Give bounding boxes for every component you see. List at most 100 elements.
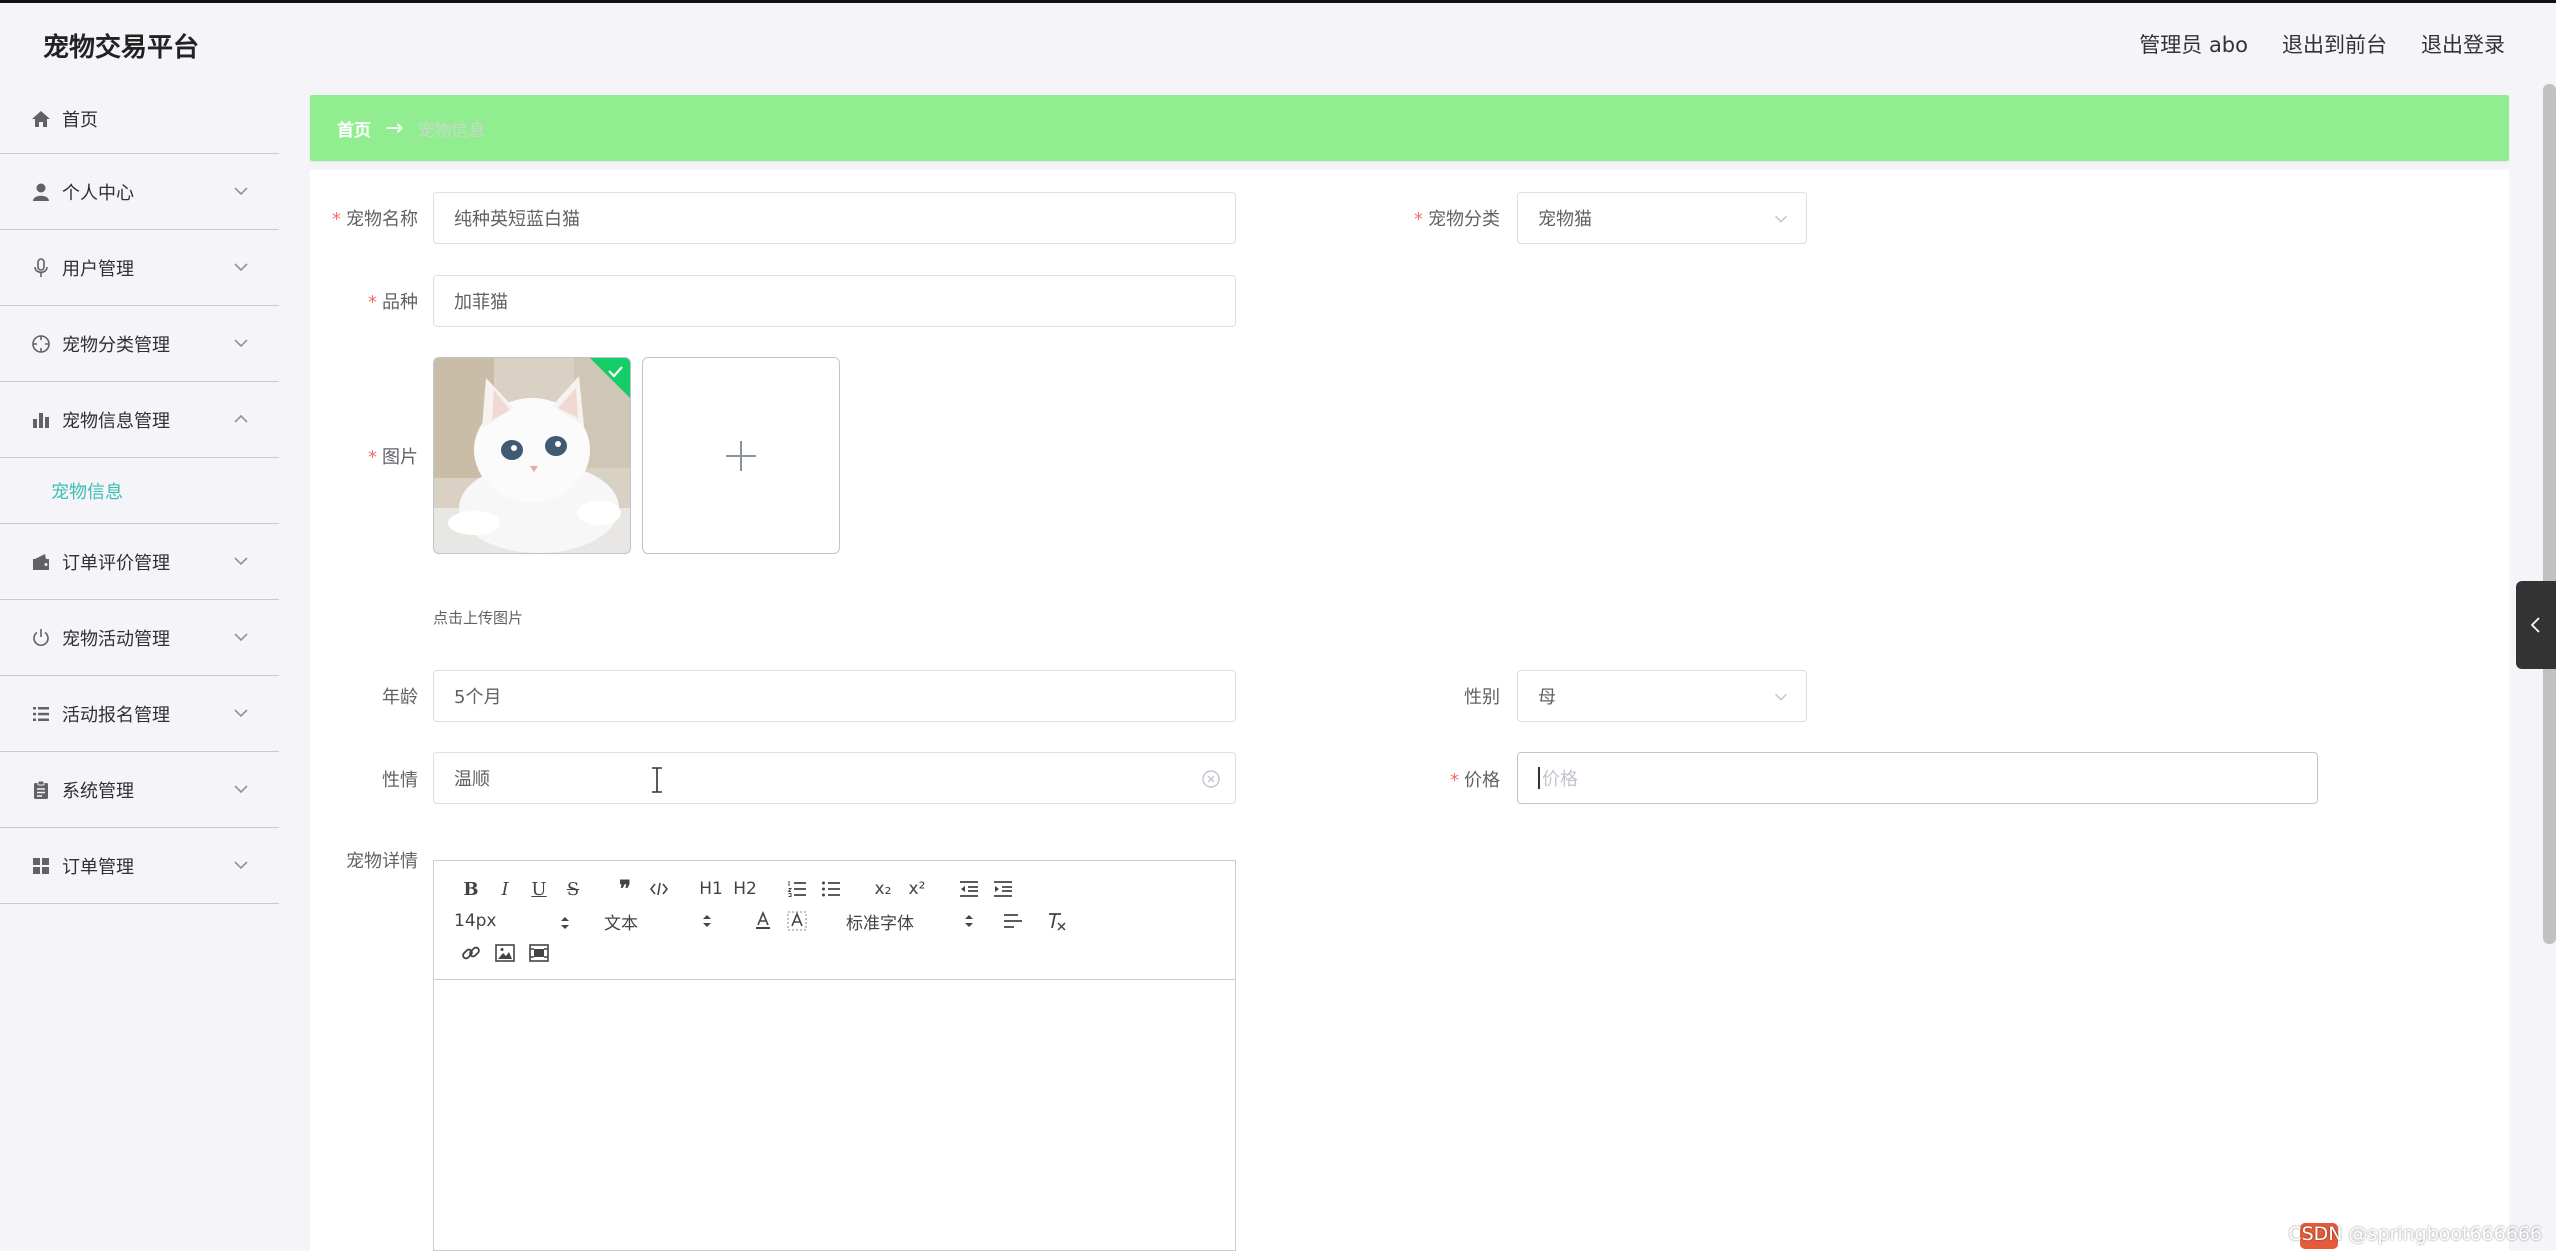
plus-icon: [726, 440, 756, 471]
required-mark: *: [1450, 770, 1459, 791]
link-icon[interactable]: [454, 939, 488, 967]
clear-input-icon[interactable]: [1201, 769, 1221, 789]
font-family-select[interactable]: 标准字体: [846, 909, 978, 934]
breed-label: * 品种: [368, 292, 418, 313]
font-color-icon[interactable]: [746, 907, 780, 935]
required-mark: *: [368, 447, 377, 468]
sidebar-item-label: 用户管理: [62, 258, 134, 280]
pet-name-label: * 宠物名称: [332, 209, 418, 230]
grid-icon: [30, 855, 52, 877]
chevron-left-icon: [2530, 617, 2540, 633]
sidebar-item-user-management[interactable]: 用户管理: [0, 230, 279, 306]
editor-content-area[interactable]: [434, 981, 1235, 1250]
image-label: * 图片: [368, 447, 418, 468]
home-icon: [30, 108, 52, 130]
superscript-icon[interactable]: x²: [900, 875, 934, 903]
sidebar-subitem-label: 宠物信息: [51, 481, 123, 503]
required-mark: *: [1414, 209, 1423, 230]
underline-icon[interactable]: U: [522, 875, 556, 903]
outdent-icon[interactable]: [952, 875, 986, 903]
logout-link[interactable]: 退出登录: [2421, 29, 2505, 59]
clear-format-icon[interactable]: [1040, 907, 1074, 935]
header-format-select[interactable]: 文本: [604, 909, 716, 934]
sidebar-item-activity-management[interactable]: 宠物活动管理: [0, 600, 279, 676]
toolbar-row: [454, 937, 1235, 969]
gender-select[interactable]: 母: [1517, 670, 1807, 722]
exit-to-front-link[interactable]: 退出到前台: [2282, 29, 2387, 59]
pet-category-select[interactable]: 宠物猫: [1517, 192, 1807, 244]
sidebar-subitem-pet-info[interactable]: 宠物信息: [0, 458, 279, 524]
sidebar-item-personal-center[interactable]: 个人中心: [0, 154, 279, 230]
sidebar-item-home[interactable]: 首页: [0, 84, 279, 154]
microphone-icon: [30, 257, 52, 279]
chevron-down-icon: [234, 339, 248, 348]
price-input[interactable]: 价格: [1517, 752, 2318, 804]
chevron-down-icon: [234, 187, 248, 196]
chevron-down-icon: [1775, 215, 1787, 223]
upload-tip: 点击上传图片: [433, 609, 524, 627]
admin-user-label[interactable]: 管理员 abo: [2139, 29, 2248, 59]
chevron-down-icon: [234, 861, 248, 870]
uploaded-cat-image[interactable]: [433, 357, 631, 554]
breed-value: 加菲猫: [454, 292, 508, 313]
font-size-select[interactable]: 14px: [454, 911, 574, 931]
chevron-down-icon: [234, 263, 248, 272]
sidebar: 首页 个人中心 用户管理 宠物分类管理 宠物信息管理 宠物信息 订单评价管理 宠…: [0, 84, 279, 1251]
sidebar-item-label: 订单评价管理: [62, 552, 170, 574]
sidebar-item-pet-info-management[interactable]: 宠物信息管理: [0, 382, 279, 458]
toolbar-row: 14px 文本 标准字体: [454, 905, 1235, 937]
temperament-input[interactable]: 温顺: [433, 752, 1236, 804]
toolbar-row: B I U S ❞ H1 H2 x₂ x²: [454, 873, 1235, 905]
brand-title: 宠物交易平台: [43, 33, 200, 63]
page-scrollbar[interactable]: [2543, 84, 2556, 944]
image-insert-icon[interactable]: [488, 939, 522, 967]
clipboard-icon: [30, 779, 52, 801]
breadcrumb: 首页 → 宠物信息: [310, 95, 2509, 161]
sidebar-item-label: 宠物信息管理: [62, 410, 170, 432]
side-panel-toggle[interactable]: [2516, 581, 2556, 669]
heading1-icon[interactable]: H1: [694, 875, 728, 903]
breed-input[interactable]: 加菲猫: [433, 275, 1236, 327]
ordered-list-icon[interactable]: [780, 875, 814, 903]
bold-icon[interactable]: B: [454, 875, 488, 903]
caret: [1538, 767, 1540, 789]
breadcrumb-current: 宠物信息: [417, 120, 486, 141]
sidebar-item-order-management[interactable]: 订单管理: [0, 828, 279, 904]
text-cursor-icon: [652, 767, 662, 793]
bullet-list-icon[interactable]: [814, 875, 848, 903]
indent-icon[interactable]: [986, 875, 1020, 903]
watermark: CSDN @springboot666666: [2288, 1223, 2542, 1245]
heading2-icon[interactable]: H2: [728, 875, 762, 903]
chevron-down-icon: [234, 633, 248, 642]
sidebar-item-label: 个人中心: [62, 182, 134, 204]
chevron-down-icon: [234, 785, 248, 794]
sidebar-item-category-management[interactable]: 宠物分类管理: [0, 306, 279, 382]
updown-arrow-icon: [965, 914, 973, 927]
user-icon: [30, 181, 52, 203]
sidebar-item-label: 订单管理: [62, 856, 134, 878]
italic-icon[interactable]: I: [488, 875, 522, 903]
age-input[interactable]: 5个月: [433, 670, 1236, 722]
required-mark: *: [368, 292, 377, 313]
rich-text-editor: B I U S ❞ H1 H2 x₂ x² 14px 文本 标准字体: [433, 860, 1236, 1251]
video-insert-icon[interactable]: [522, 939, 556, 967]
subscript-icon[interactable]: x₂: [866, 875, 900, 903]
strike-icon[interactable]: S: [556, 875, 590, 903]
blockquote-icon[interactable]: ❞: [608, 875, 642, 903]
background-color-icon[interactable]: [780, 907, 814, 935]
pet-name-input[interactable]: 纯种英短蓝白猫: [433, 192, 1236, 244]
align-left-icon[interactable]: [996, 907, 1030, 935]
required-mark: *: [332, 209, 341, 230]
add-image-button[interactable]: [642, 357, 840, 554]
list-icon: [30, 703, 52, 725]
wallet-icon: [30, 551, 52, 573]
sidebar-item-registration-management[interactable]: 活动报名管理: [0, 676, 279, 752]
sidebar-item-label: 宠物活动管理: [62, 628, 170, 650]
sidebar-item-system-management[interactable]: 系统管理: [0, 752, 279, 828]
sidebar-item-label: 活动报名管理: [62, 704, 170, 726]
code-block-icon[interactable]: [642, 875, 676, 903]
breadcrumb-home[interactable]: 首页: [337, 116, 371, 141]
sidebar-item-label: 系统管理: [62, 780, 134, 802]
sidebar-item-order-review-management[interactable]: 订单评价管理: [0, 524, 279, 600]
detail-label: 宠物详情: [346, 851, 418, 872]
